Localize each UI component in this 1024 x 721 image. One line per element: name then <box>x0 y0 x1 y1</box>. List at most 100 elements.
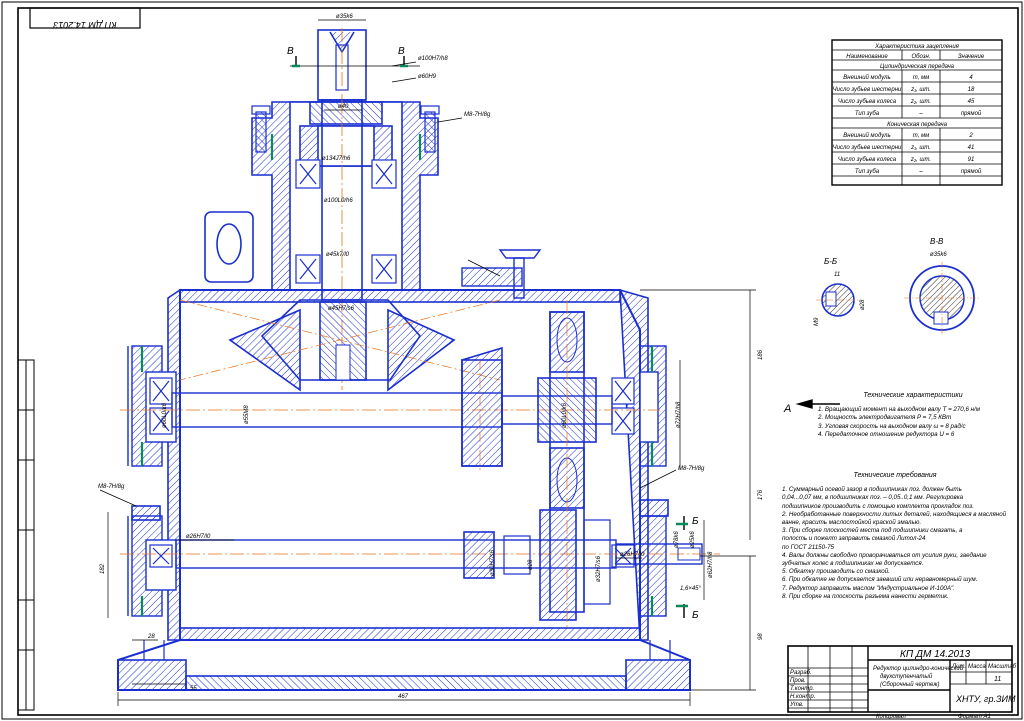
spec-table-cell: Число зубьев колеса <box>838 157 897 163</box>
fit-shaft-top: ø35k6 <box>336 14 353 20</box>
fit-chamfer: 1,6×45° <box>680 586 702 592</box>
fit-134: ø134J7/h6 <box>322 156 351 162</box>
fit-m8-right: M8-7H/8g <box>678 466 705 472</box>
spec-table-cell: – <box>918 169 923 175</box>
fit-78: ø78k6 <box>674 531 680 548</box>
spec-table-cell: 91 <box>968 157 975 163</box>
gearbox-section-view <box>117 28 720 691</box>
title-line-2: двухступенчатый <box>880 673 933 680</box>
drawing-code: КП ДМ 14.2013 <box>900 649 971 660</box>
spec-table-cell: Тип зуба <box>855 111 880 117</box>
fit-60-left: ø60L0/k6 <box>162 402 168 428</box>
fit-72: ø72H7/h8 <box>676 401 682 428</box>
tech-req-line: 2. Необработанные поверхности литых дета… <box>782 510 1007 518</box>
rotated-code: КП ДМ 14.2013 <box>53 20 116 30</box>
footer-left: Копировал <box>876 714 906 720</box>
tech-req-line: 1. Суммарный осевой зазор в подшипниках … <box>782 486 962 494</box>
left-margin-strip <box>17 359 35 711</box>
section-view-v: В-В ø35k6 <box>904 237 980 334</box>
tech-characteristics: Технические характеристики 1. Вращающий … <box>818 392 1008 439</box>
tech-req-line: ванне, красить маслостойкой краской эмал… <box>782 519 922 527</box>
dim-left-vert: 182 <box>100 563 106 574</box>
dim-height-mid: 176 <box>758 489 764 500</box>
tech-req-line: подшипников производить с помощью компле… <box>782 502 974 510</box>
spec-table-header: Наименование <box>846 54 888 60</box>
role-5: Утв. <box>789 702 804 708</box>
spec-table-cell: Тип зуба <box>855 169 880 175</box>
section-mark-b-bottom: Б <box>692 610 699 621</box>
role-1: Разраб. <box>790 670 812 676</box>
section-v-dim: ø35k6 <box>930 252 947 258</box>
fit-45: ø45k7/l0 <box>326 252 350 258</box>
dim-height-upper: 186 <box>758 349 764 360</box>
tech-req-line: 0,04...0,07 мм, в подшипниках поз. – 0,0… <box>782 494 964 502</box>
spec-table-cell: 45 <box>968 99 975 105</box>
sect-b-dim-m9: М9 <box>814 317 820 326</box>
spec-table-cell: 2 <box>968 133 973 139</box>
spec-table-cell: 41 <box>968 145 975 151</box>
dim-overall-length: 467 <box>398 694 409 700</box>
tech-char-item: 2. Мощность электродвигателя P = 7,5 КВт <box>818 414 952 422</box>
tech-requirements: Технические требования 1. Суммарный осев… <box>782 472 1008 601</box>
fit-sleeve: ø60H9 <box>418 74 437 80</box>
tech-characteristics-title: Технические характеристики <box>863 392 963 399</box>
tech-req-line: зубчатых колес в подшипниках не допускае… <box>782 560 924 568</box>
fit-45b: ø45H7/s6 <box>328 306 355 312</box>
sect-b-dim-11: 11 <box>834 272 840 278</box>
view-mark-a: А <box>783 403 791 415</box>
tech-char-item: 3. Угловая скорость на выходном валу ω =… <box>818 422 966 430</box>
spec-table-cell: m, мм <box>913 133 930 139</box>
assembly-drawing-sheet: КП ДМ 14.2013 ø35k6 ø100H7/h8 ø60H9 ø40 … <box>1 1 1023 720</box>
spec-table-cell: z₁, шт. <box>910 87 931 93</box>
section-mark-b-top: Б <box>692 516 699 527</box>
spec-table-cell: Внешний модуль <box>843 132 890 139</box>
tech-requirements-title: Технические требования <box>853 472 937 479</box>
spec-section-name: Цилиндрическая передача <box>880 64 955 70</box>
spec-table-cell: Число зубьев колеса <box>838 99 897 105</box>
spec-table-cell: 18 <box>968 87 975 93</box>
gearing-spec-table-text: Характеристика зацепления Наименование Обо… <box>833 44 985 175</box>
tech-req-line: 6. При обкатке не допускается заевший ил… <box>782 576 978 584</box>
tech-char-item: 1. Вращающий момент на выходном валу T =… <box>818 406 980 414</box>
section-mark-v-left: В <box>287 46 294 57</box>
fit-thread-top: M8-7H/8g <box>464 112 491 118</box>
spec-table-cell: z₁, шт. <box>910 145 931 151</box>
organization: ХНТУ, гр.ЗИМ <box>955 694 1016 704</box>
section-b-title: Б-Б <box>824 257 837 266</box>
spec-table-cell: Число зубьев шестерни <box>833 145 902 151</box>
tech-req-line: 7. Редуктор заправить маслом "Индустриал… <box>782 584 955 592</box>
col-mass: Масса <box>968 664 986 670</box>
fit-100: ø100L0/h6 <box>324 198 353 204</box>
title-line-3: (Сборочный чертеж) <box>880 681 939 688</box>
fit-32: ø32H7/s6 <box>596 555 602 582</box>
spec-table-cell: z₂, шт. <box>910 99 931 105</box>
dim-base-offset: 28 <box>147 634 155 640</box>
tech-req-line: 4. Валы должны свободно проворачиваться … <box>782 551 987 559</box>
spec-table-cell: 4 <box>969 75 973 81</box>
section-mark-v-right: В <box>398 46 405 57</box>
sect-b-dim-28: ø28 <box>860 299 866 310</box>
section-view-b: Б-Б 11 ø28 М9 <box>814 257 866 326</box>
col-lit: Лит. <box>951 664 966 670</box>
fit-26b: ø26H7/l0 <box>620 552 645 558</box>
spec-table-cell: Внешний модуль <box>843 74 890 81</box>
spec-table-cell: m, мм <box>913 75 930 81</box>
fit-26: ø26H7/l0 <box>186 534 211 540</box>
tech-char-item: 4. Передаточное отношение редуктора U = … <box>818 430 955 438</box>
role-4: Н.контр. <box>790 694 815 700</box>
role-2: Пров. <box>790 678 806 684</box>
title-line-1: Редуктор цилиндро-конический <box>873 665 964 672</box>
fit-m8-left: M8-7H/8g <box>98 484 125 490</box>
fit-25: ø25k6 <box>690 531 696 548</box>
tech-req-line: по ГОСТ 21150-75 <box>782 543 834 551</box>
col-scale: Масштаб <box>988 664 1017 670</box>
fit-60-right: ø60L0/k6 <box>562 402 568 428</box>
fit-bore-40: ø40 <box>338 104 349 110</box>
spec-table-cell: прямой <box>961 110 982 117</box>
tech-req-line: 8. При сборке на плоскость разъема нанес… <box>782 592 949 600</box>
fit-housing-top: ø100H7/h8 <box>418 56 448 62</box>
rotated-code-box: КП ДМ 14.2013 <box>29 7 141 30</box>
dim-foot: 55 <box>190 686 197 692</box>
footer-right: Формат A1 <box>958 714 991 720</box>
spec-table-header: Значение <box>958 54 985 60</box>
